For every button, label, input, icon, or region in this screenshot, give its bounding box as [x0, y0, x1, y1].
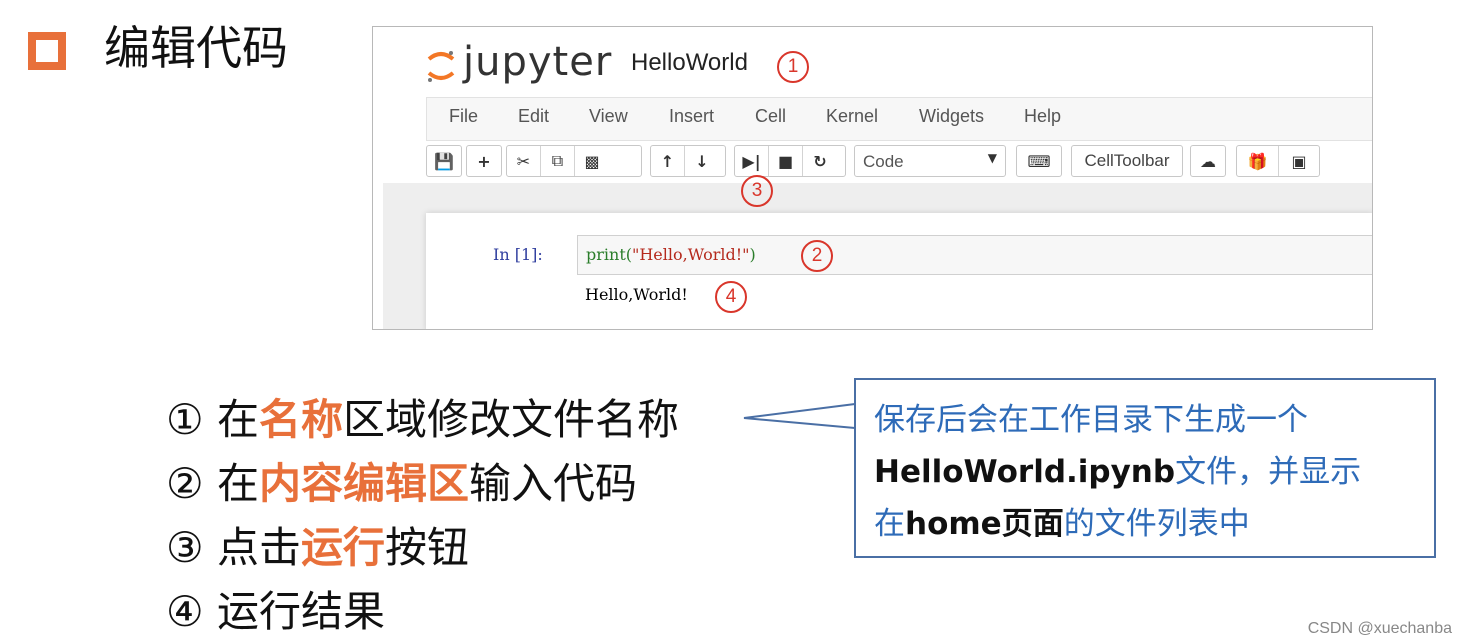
plus-icon[interactable]: + — [467, 146, 501, 176]
keyboard-icon[interactable]: ⌨ — [1017, 146, 1061, 176]
cut-icon[interactable]: ✂ — [507, 146, 541, 176]
marker-4: 4 — [715, 281, 747, 313]
arrow-up-icon[interactable]: ↑ — [651, 146, 685, 176]
cell-output: Hello,World! — [585, 285, 688, 304]
menu-insert[interactable]: Insert — [669, 106, 714, 127]
presentation-icon[interactable]: ▣ — [1279, 146, 1319, 176]
menu-help[interactable]: Help — [1024, 106, 1061, 127]
menu-cell[interactable]: Cell — [755, 106, 786, 127]
list-item: ③ 点击运行按钮 — [166, 523, 470, 572]
list-item: ② 在内容编辑区输入代码 — [166, 459, 638, 508]
copy-icon[interactable]: ⧉ — [541, 146, 575, 176]
jupyter-logo-icon — [427, 51, 455, 82]
cell-prompt: In [1]: — [493, 245, 543, 264]
celltoolbar-button[interactable]: CellToolbar — [1071, 145, 1183, 177]
step-list: ① 在名称区域修改文件名称 ② 在内容编辑区输入代码 ③ 点击运行按钮 ④ 运行… — [166, 388, 679, 644]
menu-widgets[interactable]: Widgets — [919, 106, 984, 127]
cell-type-select[interactable]: Code ▼ — [854, 145, 1006, 177]
list-item: ① 在名称区域修改文件名称 — [166, 395, 680, 444]
stop-icon[interactable]: ■ — [769, 146, 803, 176]
menu-bar: File Edit View Insert Cell Kernel Widget… — [426, 97, 1372, 141]
save-icon[interactable]: 💾 — [427, 146, 461, 176]
code-cell-input[interactable]: print("Hello,World!") 2 — [577, 235, 1372, 275]
cell-type-value: Code — [863, 152, 904, 171]
marker-1: 1 — [777, 51, 809, 83]
marker-3: 3 — [741, 175, 773, 207]
marker-2: 2 — [801, 240, 833, 272]
slide-title: 编辑代码 — [104, 21, 288, 75]
code-text: print("Hello,World!") — [586, 245, 756, 264]
gift-icon[interactable]: 🎁 — [1237, 146, 1279, 176]
menu-edit[interactable]: Edit — [518, 106, 549, 127]
toolbar: 💾 + ✂ ⧉ ▩ ↑ ↓ ▶| ■ ↻ Code ▼ ⌨ CellToolba… — [426, 145, 1372, 179]
chevron-down-icon: ▼ — [987, 151, 997, 165]
notebook-header: jupyter HelloWorld 1 File Edit View Inse… — [383, 35, 1372, 215]
list-item: ④ 运行结果 — [166, 587, 386, 636]
menu-kernel[interactable]: Kernel — [826, 106, 878, 127]
notebook-name[interactable]: HelloWorld — [631, 49, 748, 77]
menu-file[interactable]: File — [449, 106, 478, 127]
jupyter-logo-text: jupyter — [463, 39, 613, 85]
title-bullet-square — [28, 32, 66, 70]
paste-icon[interactable]: ▩ — [575, 146, 609, 176]
credit-text: CSDN @xuechanba — [1307, 620, 1452, 637]
menu-view[interactable]: View — [589, 106, 628, 127]
run-icon[interactable]: ▶| — [735, 146, 769, 176]
arrow-down-icon[interactable]: ↓ — [685, 146, 719, 176]
restart-icon[interactable]: ↻ — [803, 146, 837, 176]
jupyter-screenshot: jupyter HelloWorld 1 File Edit View Inse… — [372, 26, 1373, 330]
cloud-upload-icon[interactable]: ☁ — [1191, 146, 1225, 176]
callout-box: 保存后会在工作目录下生成一个 HelloWorld.ipynb文件，并显示 在h… — [854, 378, 1436, 558]
callout-text: 保存后会在工作目录下生成一个 HelloWorld.ipynb文件，并显示 在h… — [874, 402, 1362, 542]
